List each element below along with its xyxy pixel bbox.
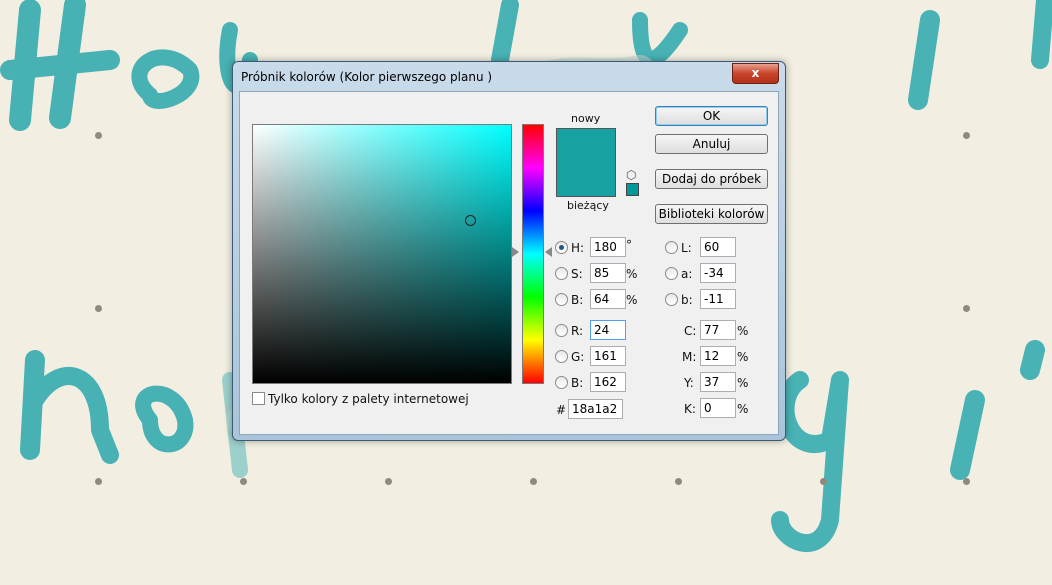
blue-label: B: bbox=[571, 376, 584, 390]
cyan-label: C: bbox=[684, 324, 697, 338]
red-label: R: bbox=[571, 324, 584, 338]
paper-dot bbox=[95, 305, 102, 312]
websafe-color-swatch[interactable] bbox=[626, 183, 639, 196]
add-to-swatches-button[interactable]: Dodaj do próbek bbox=[655, 169, 768, 189]
brightness-unit: % bbox=[626, 293, 638, 307]
lab-b-radio[interactable] bbox=[665, 293, 678, 306]
ok-button[interactable]: OK bbox=[655, 106, 768, 126]
black-unit: % bbox=[737, 402, 749, 416]
black-field[interactable]: 0 bbox=[700, 398, 736, 418]
websafe-cube-icon[interactable]: ⬡ bbox=[626, 168, 636, 182]
magenta-label: M: bbox=[682, 350, 697, 364]
yellow-unit: % bbox=[737, 376, 749, 390]
paper-dot bbox=[95, 478, 102, 485]
hue-unit: ° bbox=[626, 238, 632, 252]
black-label: K: bbox=[684, 402, 696, 416]
web-colors-only-label: Tylko kolory z palety internetowej bbox=[268, 392, 469, 406]
web-colors-only-checkbox[interactable] bbox=[252, 392, 265, 405]
hue-slider-right-arrow-icon[interactable] bbox=[545, 247, 552, 257]
hue-field[interactable]: 180 bbox=[590, 237, 626, 257]
new-color-label: nowy bbox=[571, 112, 601, 125]
hex-field[interactable]: 18a1a2 bbox=[568, 399, 623, 419]
current-color-label: bieżący bbox=[567, 199, 609, 212]
brightness-field[interactable]: 64 bbox=[590, 289, 626, 309]
green-label: G: bbox=[571, 350, 585, 364]
color-libraries-button[interactable]: Biblioteki kolorów bbox=[655, 204, 768, 224]
hex-label: # bbox=[556, 403, 567, 417]
dialog-body: nowy bieżący ⬡ OK Anuluj Dodaj do próbek… bbox=[239, 91, 779, 435]
close-button[interactable]: x bbox=[732, 63, 779, 84]
lab-a-field[interactable]: -34 bbox=[700, 263, 736, 283]
red-radio[interactable] bbox=[555, 324, 568, 337]
lab-b-field[interactable]: -11 bbox=[700, 289, 736, 309]
yellow-field[interactable]: 37 bbox=[700, 372, 736, 392]
hue-label: H: bbox=[571, 241, 585, 255]
lab-a-label: a: bbox=[681, 267, 693, 281]
paper-dot bbox=[963, 478, 970, 485]
brightness-radio[interactable] bbox=[555, 293, 568, 306]
paper-dot bbox=[675, 478, 682, 485]
current-color-swatch[interactable] bbox=[556, 165, 616, 197]
blue-radio[interactable] bbox=[555, 376, 568, 389]
new-color-swatch bbox=[556, 128, 616, 167]
yellow-label: Y: bbox=[684, 376, 694, 390]
hue-slider[interactable] bbox=[522, 124, 544, 384]
color-picker-circle[interactable] bbox=[465, 215, 476, 226]
green-radio[interactable] bbox=[555, 350, 568, 363]
magenta-field[interactable]: 12 bbox=[700, 346, 736, 366]
paper-dot bbox=[820, 478, 827, 485]
paper-dot bbox=[963, 132, 970, 139]
paper-dot bbox=[963, 305, 970, 312]
lab-l-radio[interactable] bbox=[665, 241, 678, 254]
lab-a-radio[interactable] bbox=[665, 267, 678, 280]
color-field[interactable] bbox=[252, 124, 512, 384]
lab-l-field[interactable]: 60 bbox=[700, 237, 736, 257]
red-field[interactable]: 24 bbox=[590, 320, 626, 340]
dialog-title: Próbnik kolorów (Kolor pierwszego planu … bbox=[241, 70, 493, 84]
paper-dot bbox=[530, 478, 537, 485]
saturation-radio[interactable] bbox=[555, 267, 568, 280]
cyan-field[interactable]: 77 bbox=[700, 320, 736, 340]
green-field[interactable]: 161 bbox=[590, 346, 626, 366]
saturation-unit: % bbox=[626, 267, 638, 281]
cyan-unit: % bbox=[737, 324, 749, 338]
lab-b-label: b: bbox=[681, 293, 693, 307]
paper-dot bbox=[385, 478, 392, 485]
magenta-unit: % bbox=[737, 350, 749, 364]
color-picker-dialog: Próbnik kolorów (Kolor pierwszego planu … bbox=[232, 61, 786, 441]
hue-radio[interactable] bbox=[555, 241, 568, 254]
paper-dot bbox=[95, 132, 102, 139]
lab-l-label: L: bbox=[681, 241, 692, 255]
saturation-label: S: bbox=[571, 267, 583, 281]
brightness-label: B: bbox=[571, 293, 584, 307]
saturation-field[interactable]: 85 bbox=[590, 263, 626, 283]
paper-dot bbox=[240, 478, 247, 485]
hue-slider-left-arrow-icon[interactable] bbox=[512, 247, 519, 257]
cancel-button[interactable]: Anuluj bbox=[655, 134, 768, 154]
blue-field[interactable]: 162 bbox=[590, 372, 626, 392]
